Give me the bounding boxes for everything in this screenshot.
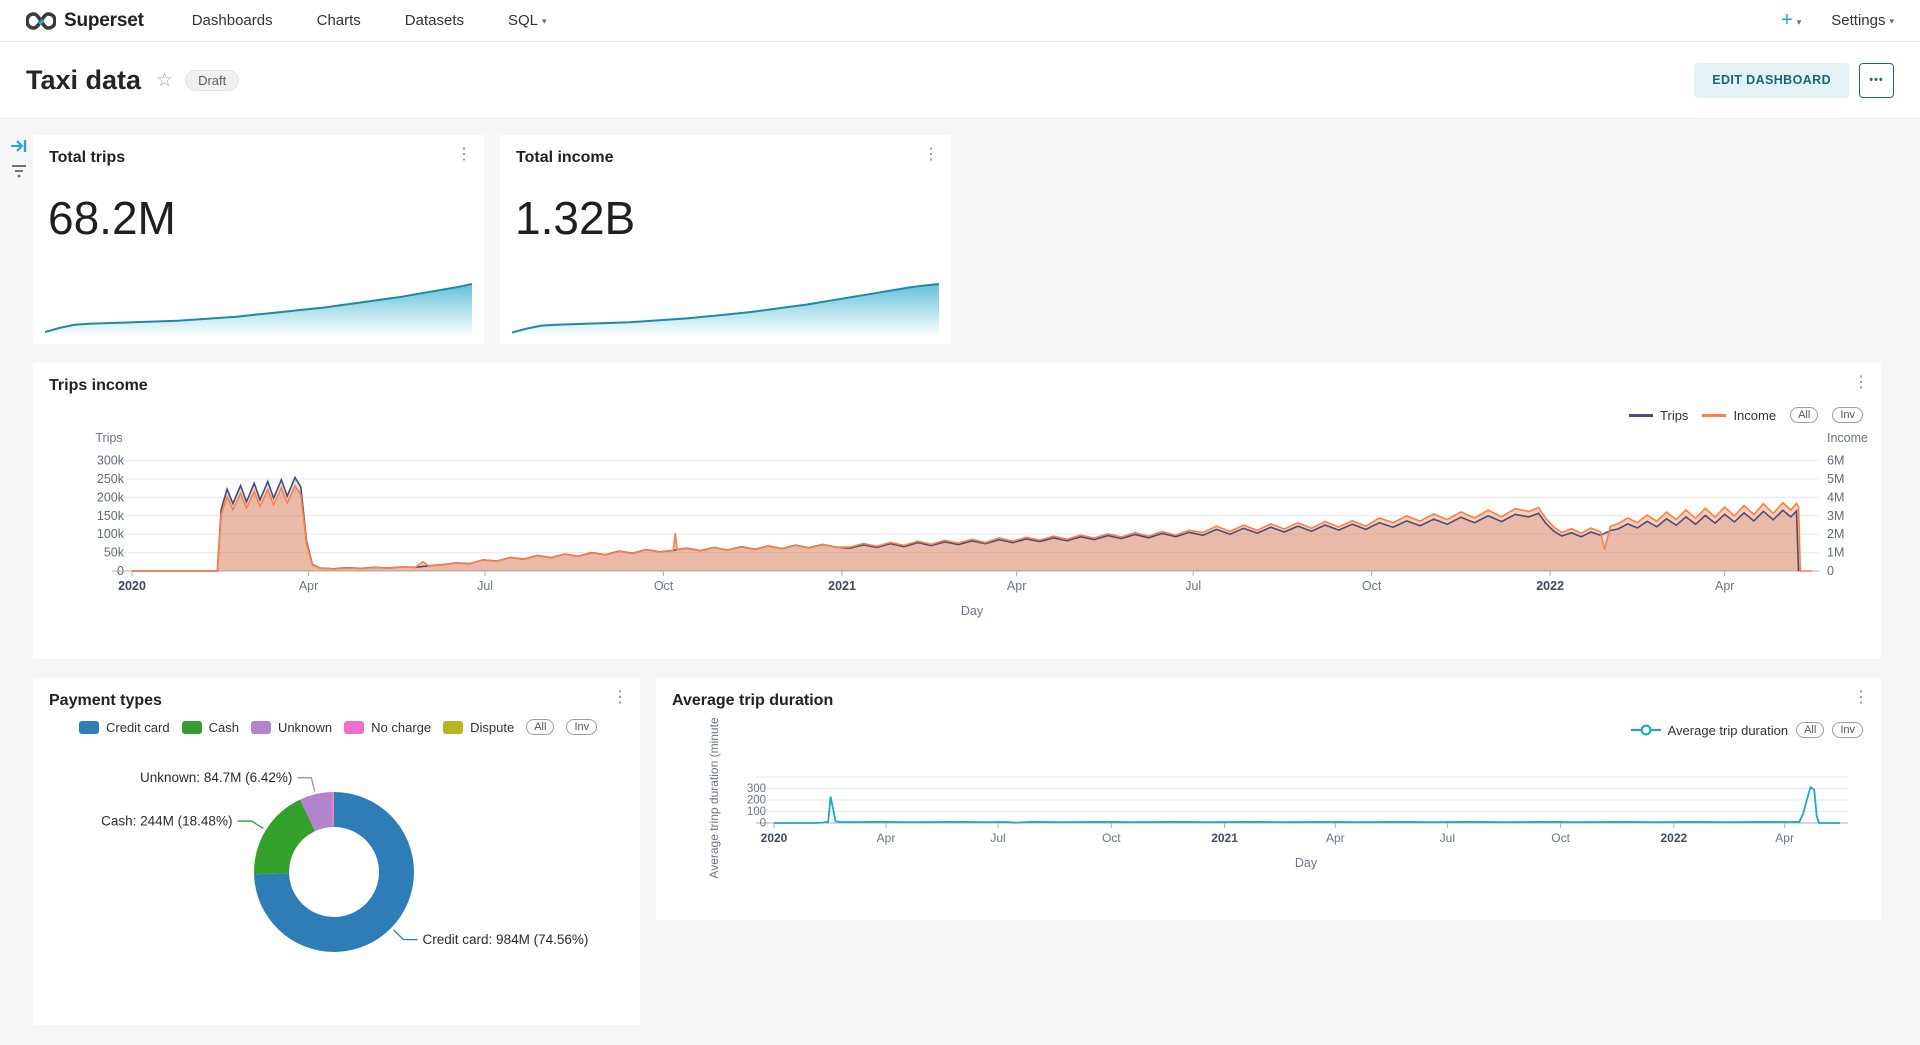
nav-item-dashboards[interactable]: Dashboards xyxy=(192,12,273,29)
edit-dashboard-button[interactable]: EDIT DASHBOARD xyxy=(1694,63,1849,98)
svg-text:Cash: 244M (18.48%): Cash: 244M (18.48%) xyxy=(101,814,232,829)
svg-text:250k: 250k xyxy=(97,472,125,486)
income-sparkline-chart[interactable] xyxy=(512,278,939,336)
svg-text:Apr: Apr xyxy=(299,579,318,593)
dashboard-header: Taxi data ☆ Draft EDIT DASHBOARD ••• xyxy=(0,42,1920,119)
svg-text:Oct: Oct xyxy=(1102,831,1121,845)
nav-item-datasets[interactable]: Datasets xyxy=(405,12,464,29)
nav-item-charts[interactable]: Charts xyxy=(317,12,361,29)
big-number-value: 1.32B xyxy=(515,191,635,245)
chart-menu-kebab-icon[interactable]: ⋮ xyxy=(923,147,939,163)
svg-text:0: 0 xyxy=(1827,564,1834,578)
svg-text:Credit card: 984M (74.56%): Credit card: 984M (74.56%) xyxy=(423,932,589,947)
svg-text:50k: 50k xyxy=(104,546,125,560)
svg-text:0: 0 xyxy=(760,818,766,830)
svg-text:2022: 2022 xyxy=(1661,831,1688,845)
svg-text:6M: 6M xyxy=(1827,454,1844,468)
svg-text:100k: 100k xyxy=(97,527,125,541)
svg-text:300: 300 xyxy=(747,783,766,795)
svg-text:3M: 3M xyxy=(1827,509,1844,523)
svg-text:300k: 300k xyxy=(97,454,125,468)
svg-text:Oct: Oct xyxy=(1362,579,1382,593)
svg-text:2022: 2022 xyxy=(1536,579,1564,593)
filter-icon[interactable] xyxy=(9,163,29,184)
svg-text:Day: Day xyxy=(961,604,984,618)
panel-payment-types: Payment types ⋮ Credit card Cash Unknown… xyxy=(33,678,640,1025)
chevron-down-icon: ▾ xyxy=(1797,17,1802,28)
panel-avg-trip-duration: Average trip duration ⋮ Average trip dur… xyxy=(656,678,1881,920)
svg-text:2020: 2020 xyxy=(761,831,788,845)
svg-text:Trips: Trips xyxy=(95,431,122,445)
svg-text:Day: Day xyxy=(1295,856,1318,870)
favorite-star-icon[interactable]: ☆ xyxy=(156,69,173,92)
dashboard-canvas: Total trips ⋮ 68.2M Total income ⋮ 1.32B… xyxy=(0,119,1920,1045)
avg-trip-duration-chart[interactable]: 30020010002020 Apr Jul Oct 2021 Apr Jul Oct 2022… xyxy=(656,678,1881,920)
svg-text:Jul: Jul xyxy=(477,579,493,593)
panel-total-trips: Total trips ⋮ 68.2M xyxy=(33,135,484,344)
big-number-value: 68.2M xyxy=(48,191,176,245)
svg-text:Oct: Oct xyxy=(654,579,674,593)
chart-menu-kebab-icon[interactable]: ⋮ xyxy=(456,147,472,163)
nav-item-sql[interactable]: SQL▾ xyxy=(508,12,547,29)
svg-text:Income: Income xyxy=(1827,431,1868,445)
superset-logo[interactable]: Superset xyxy=(26,10,144,32)
trips-sparkline-chart[interactable] xyxy=(45,278,472,336)
trips-income-chart[interactable]: 300k250k200k150k100k50k06M5M4M3M2M1M0202… xyxy=(33,363,1881,659)
svg-text:200k: 200k xyxy=(97,490,125,504)
svg-text:Unknown: 84.7M (6.42%): Unknown: 84.7M (6.42%) xyxy=(140,770,292,785)
chart-title: Total trips xyxy=(49,149,125,167)
svg-text:Average trinp duration (minute: Average trinp duration (minute xyxy=(707,717,721,879)
svg-text:2021: 2021 xyxy=(828,579,856,593)
svg-text:Jul: Jul xyxy=(1440,831,1455,845)
svg-text:Apr: Apr xyxy=(877,831,896,845)
status-badge: Draft xyxy=(185,70,239,91)
svg-text:Apr: Apr xyxy=(1326,831,1345,845)
expand-filter-bar-icon[interactable] xyxy=(9,137,29,160)
payment-types-donut-chart[interactable]: Credit card: 984M (74.56%) Cash: 244M (18… xyxy=(33,678,640,1025)
infinity-logo-icon xyxy=(26,12,56,30)
svg-text:1M: 1M xyxy=(1827,546,1844,560)
panel-trips-income: Trips income ⋮ Trips Income All Inv 300k… xyxy=(33,363,1881,659)
svg-text:2M: 2M xyxy=(1827,527,1844,541)
dashboard-more-button[interactable]: ••• xyxy=(1859,63,1894,98)
svg-text:4M: 4M xyxy=(1827,490,1844,504)
svg-text:2021: 2021 xyxy=(1211,831,1238,845)
new-item-button[interactable]: +▾ xyxy=(1781,9,1801,32)
top-navigation-bar: Superset Dashboards Charts Datasets SQL▾… xyxy=(0,0,1920,42)
svg-text:Oct: Oct xyxy=(1551,831,1570,845)
panel-total-income: Total income ⋮ 1.32B xyxy=(500,135,951,344)
chart-title: Total income xyxy=(516,149,614,167)
svg-text:150k: 150k xyxy=(97,509,125,523)
page-title: Taxi data xyxy=(26,65,141,96)
svg-text:100: 100 xyxy=(747,806,766,818)
svg-text:Apr: Apr xyxy=(1715,579,1734,593)
svg-text:Jul: Jul xyxy=(1185,579,1201,593)
svg-text:Jul: Jul xyxy=(990,831,1005,845)
svg-text:Apr: Apr xyxy=(1007,579,1026,593)
svg-text:2020: 2020 xyxy=(118,579,146,593)
brand-name: Superset xyxy=(64,10,144,32)
svg-text:Apr: Apr xyxy=(1775,831,1794,845)
svg-text:200: 200 xyxy=(747,795,766,807)
svg-text:5M: 5M xyxy=(1827,472,1844,486)
chevron-down-icon: ▾ xyxy=(1889,16,1894,27)
settings-menu[interactable]: Settings▾ xyxy=(1831,12,1894,29)
chevron-down-icon: ▾ xyxy=(542,16,547,27)
